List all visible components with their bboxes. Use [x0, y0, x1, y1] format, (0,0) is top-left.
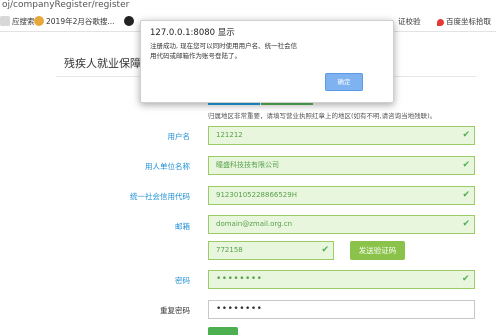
- confirm-password-input[interactable]: ••••••••: [208, 300, 475, 319]
- credit-code-label: 统一社会信用代码: [130, 192, 190, 201]
- alert-title: 127.0.0.1:8080 显示: [150, 28, 235, 38]
- credit-code-input[interactable]: 91230105228866529H ✔: [208, 186, 475, 205]
- region-note: 归属地区非常重要，请填写营业执照红章上的地区(如有不明,请咨询当地残联)。: [208, 112, 437, 120]
- confirm-password-label: 重复密码: [160, 306, 190, 315]
- address-bar[interactable]: oj/companyRegister/register: [0, 0, 496, 11]
- send-code-button[interactable]: 发送验证码: [350, 241, 405, 260]
- email-input[interactable]: domain@zmail.org.cn ✔: [208, 215, 475, 234]
- search-engine-icon: [34, 16, 44, 26]
- check-icon: ✔: [462, 190, 470, 200]
- bookmark-item[interactable]: 2019年2月谷歌搜...: [34, 16, 115, 28]
- company-name-input[interactable]: 瞳盛科技技有限公司 ✔: [208, 156, 475, 175]
- globe-icon: [124, 16, 134, 26]
- username-input[interactable]: 121212 ✔: [208, 126, 475, 145]
- page-title: 残疾人就业保障: [64, 57, 141, 70]
- ok-button[interactable]: 确定: [325, 73, 363, 91]
- map-pin-icon: [437, 19, 444, 26]
- email-label: 邮箱: [175, 222, 190, 231]
- username-label: 用户名: [167, 132, 191, 141]
- submit-button[interactable]: [208, 327, 238, 335]
- verify-code-input[interactable]: 772158 ✔: [208, 241, 334, 260]
- password-input[interactable]: •••••••• ✔: [208, 270, 475, 289]
- company-name-label: 用人单位名称: [145, 162, 190, 171]
- check-icon: ✔: [461, 274, 470, 284]
- check-icon: ✔: [321, 245, 329, 255]
- bookmark-item[interactable]: 应搜索: [0, 16, 35, 28]
- doc-icon: [0, 16, 10, 26]
- password-label: 密码: [175, 276, 190, 285]
- alert-dialog: 127.0.0.1:8080 显示 注册成功, 现在您可以同时使用用户名、统一社…: [140, 20, 394, 103]
- alert-message: 注册成功, 现在您可以同时使用用户名、统一社会信用代码或邮箱作为账号登陆了。: [150, 42, 298, 60]
- check-icon: ✔: [462, 130, 470, 140]
- check-icon: ✔: [462, 219, 470, 229]
- check-icon: ✔: [462, 160, 470, 170]
- bookmark-item[interactable]: [124, 16, 136, 28]
- bookmark-item[interactable]: 百度坐标拾取: [437, 16, 491, 28]
- bookmark-item[interactable]: 证校验: [398, 16, 421, 28]
